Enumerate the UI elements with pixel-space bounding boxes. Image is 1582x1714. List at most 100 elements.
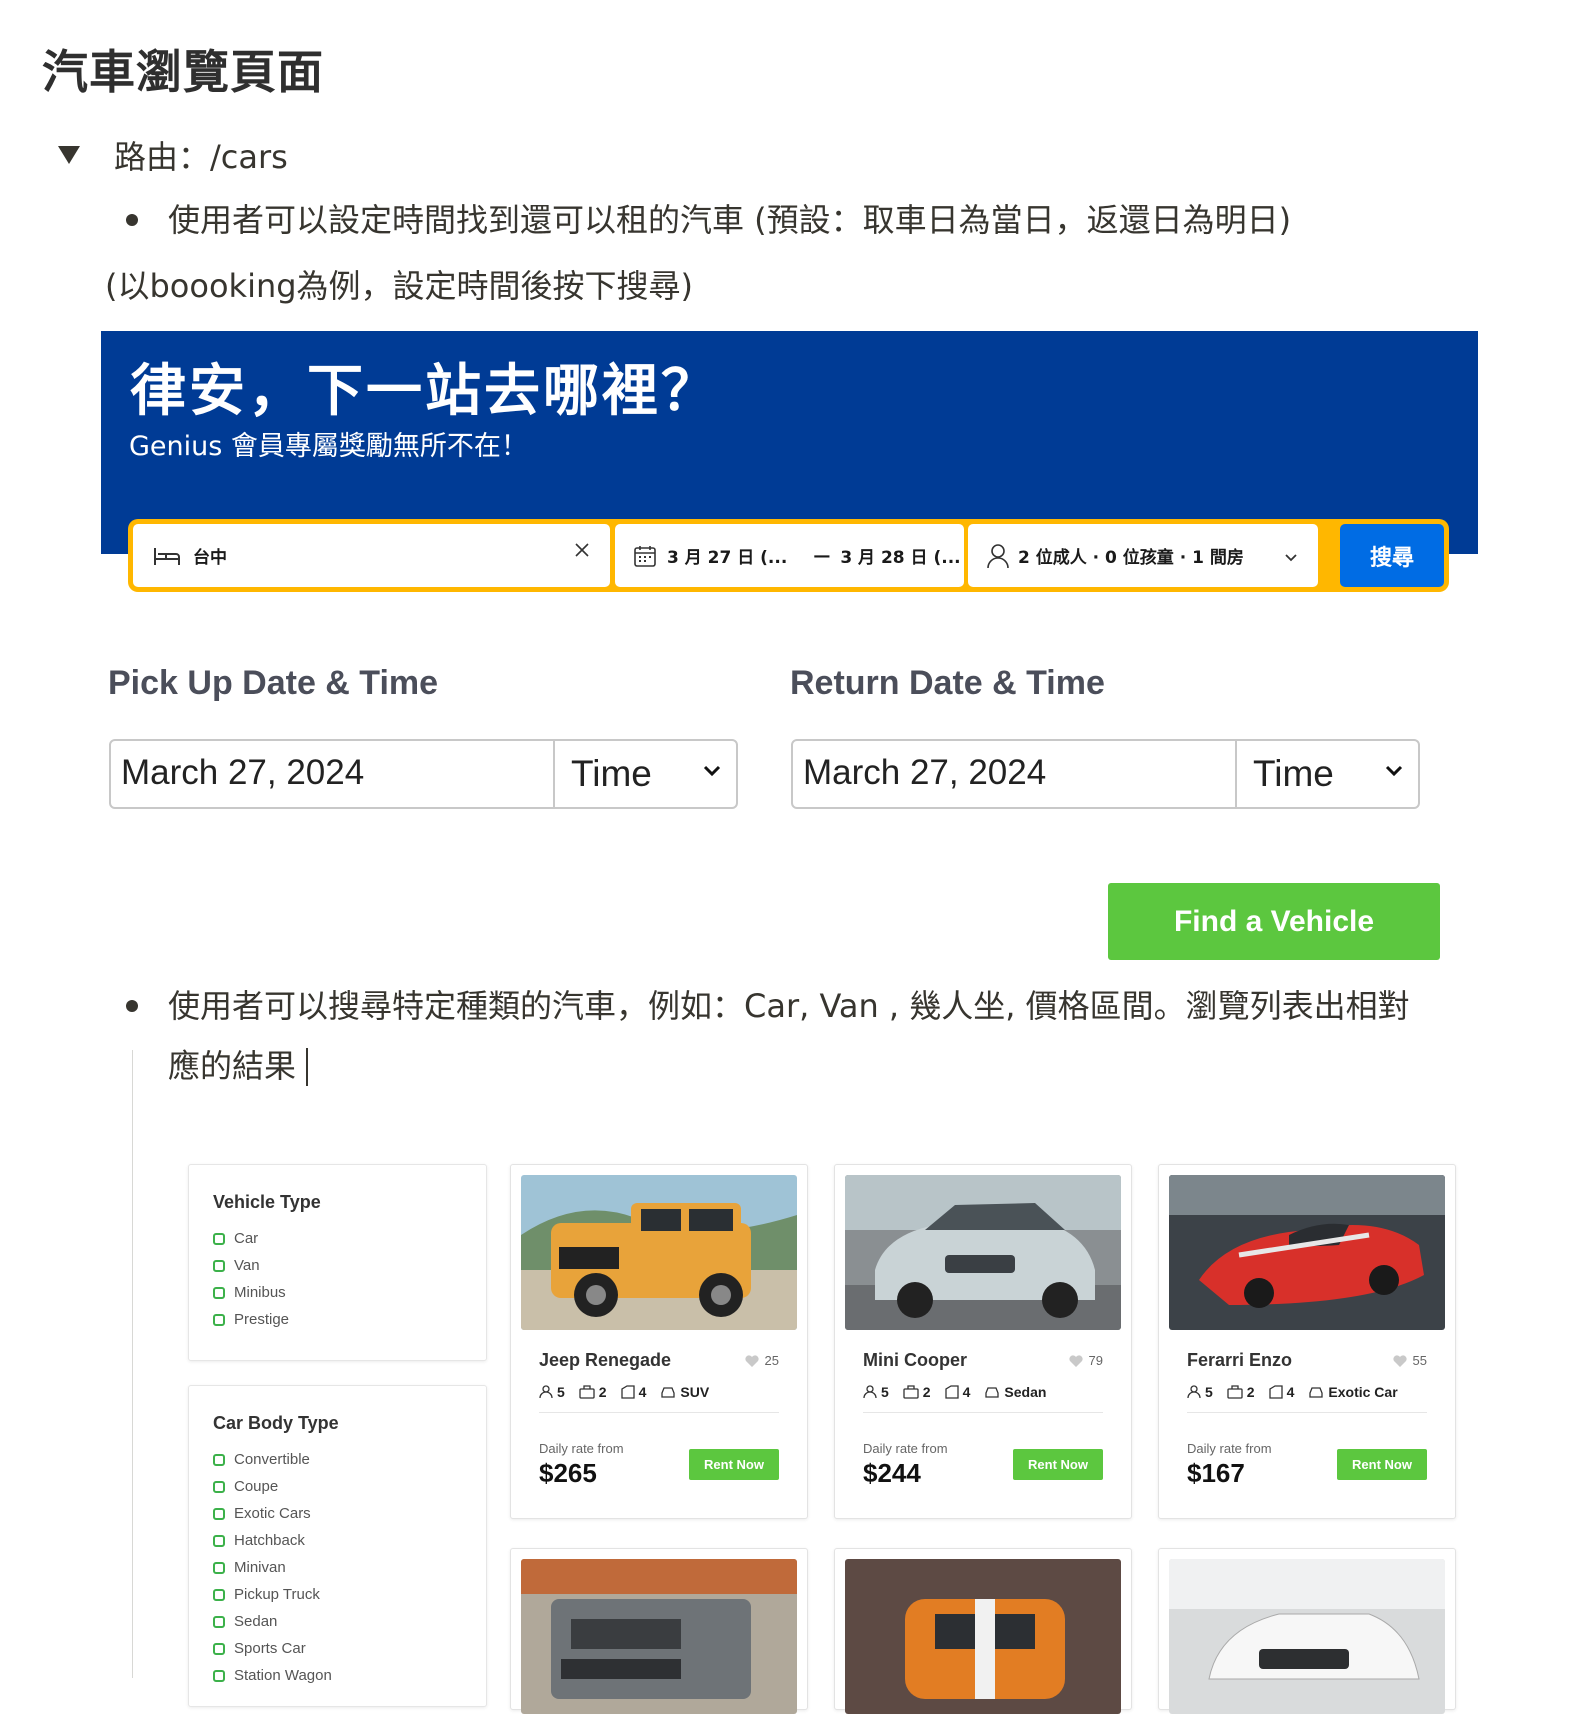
- date-to: 3 月 28 日 (...: [840, 548, 961, 568]
- toggle-triangle-icon[interactable]: [58, 146, 80, 164]
- likes-count[interactable]: 55: [1392, 1353, 1427, 1368]
- filter-option-prestige[interactable]: Prestige: [213, 1311, 289, 1328]
- seats-icon: [539, 1385, 553, 1399]
- option-label: Pickup Truck: [234, 1586, 320, 1603]
- filter-option-convertible[interactable]: Convertible: [213, 1451, 310, 1468]
- filter-option-sports-car[interactable]: Sports Car: [213, 1640, 306, 1657]
- filter-option-coupe[interactable]: Coupe: [213, 1478, 278, 1495]
- car-photo[interactable]: [845, 1175, 1121, 1330]
- rate-label: Daily rate from: [863, 1441, 948, 1456]
- rent-now-button[interactable]: Rent Now: [689, 1449, 779, 1480]
- car-card[interactable]: [1158, 1548, 1456, 1714]
- return-time-select[interactable]: Time: [1253, 753, 1334, 795]
- car-card[interactable]: Mini Cooper 79 5 2 4 Sedan Daily rate fr…: [834, 1164, 1132, 1519]
- likes-value: 25: [764, 1353, 779, 1368]
- option-label: Minivan: [234, 1559, 286, 1576]
- heart-icon[interactable]: [1068, 1354, 1083, 1367]
- car-name[interactable]: Mini Cooper: [863, 1350, 967, 1371]
- clear-icon[interactable]: [574, 542, 590, 563]
- checkbox-icon[interactable]: [213, 1453, 225, 1466]
- checkbox-icon[interactable]: [213, 1507, 225, 1520]
- price: $244: [863, 1458, 921, 1488]
- car-photo[interactable]: [1169, 1175, 1445, 1330]
- chevron-down-icon[interactable]: [702, 763, 722, 782]
- date-dash: —: [813, 545, 831, 566]
- luggage-icon: [903, 1385, 919, 1399]
- heart-icon[interactable]: [744, 1354, 759, 1367]
- door-icon: [1268, 1385, 1283, 1399]
- filter-option-car[interactable]: Car: [213, 1230, 258, 1247]
- divider: [1235, 741, 1237, 807]
- pickup-time-select[interactable]: Time: [571, 753, 652, 795]
- car-specs: 5 2 4 Exotic Car: [1187, 1384, 1408, 1400]
- checkbox-icon[interactable]: [213, 1534, 225, 1547]
- filter-option-station-wagon[interactable]: Station Wagon: [213, 1667, 332, 1684]
- checkbox-icon[interactable]: [213, 1561, 225, 1574]
- car-card[interactable]: [510, 1548, 808, 1714]
- car-name[interactable]: Ferarri Enzo: [1187, 1350, 1292, 1371]
- return-datetime-field[interactable]: March 27, 2024 Time: [791, 739, 1420, 809]
- heart-icon[interactable]: [1392, 1354, 1407, 1367]
- option-label: Station Wagon: [234, 1667, 332, 1684]
- rent-now-button[interactable]: Rent Now: [1013, 1449, 1103, 1480]
- date-range-field[interactable]: 3 月 27 日 (... — 3 月 28 日 (...: [615, 524, 964, 587]
- filter-option-exotic-cars[interactable]: Exotic Cars: [213, 1505, 311, 1522]
- chevron-down-icon[interactable]: [1384, 763, 1404, 782]
- car-name[interactable]: Jeep Renegade: [539, 1350, 671, 1371]
- booking-headline: 律安，下一站去哪裡？: [130, 359, 720, 424]
- search-button[interactable]: 搜尋: [1340, 524, 1444, 587]
- filter-title: Car Body Type: [213, 1413, 339, 1433]
- page-title: 汽車瀏覽頁面: [42, 45, 324, 99]
- checkbox-icon[interactable]: [213, 1259, 225, 1272]
- pickup-date-input[interactable]: March 27, 2024: [121, 753, 364, 793]
- car-photo[interactable]: [521, 1559, 797, 1714]
- car-photo[interactable]: [521, 1175, 797, 1330]
- filter-option-pickup-truck[interactable]: Pickup Truck: [213, 1586, 320, 1603]
- destination-field[interactable]: 台中: [133, 524, 610, 587]
- checkbox-icon[interactable]: [213, 1232, 225, 1245]
- filter-option-minivan[interactable]: Minivan: [213, 1559, 286, 1576]
- checkbox-icon[interactable]: [213, 1480, 225, 1493]
- option-label: Coupe: [234, 1478, 279, 1495]
- filter-option-hatchback[interactable]: Hatchback: [213, 1532, 305, 1549]
- option-label: Sedan: [234, 1613, 278, 1630]
- car-card[interactable]: [834, 1548, 1132, 1714]
- type-value: Sedan: [1004, 1384, 1047, 1400]
- bags-value: 2: [598, 1384, 607, 1400]
- car-photo[interactable]: [1169, 1559, 1445, 1714]
- car-card[interactable]: Ferarri Enzo 55 5 2 4 Exotic Car Daily r…: [1158, 1164, 1456, 1519]
- checkbox-icon[interactable]: [213, 1669, 225, 1682]
- person-icon: [987, 543, 1009, 568]
- filter-option-van[interactable]: Van: [213, 1257, 260, 1274]
- car-card[interactable]: Jeep Renegade 25 5 2 4 SUV Daily rate fr…: [510, 1164, 808, 1519]
- pickup-datetime-field[interactable]: March 27, 2024 Time: [109, 739, 738, 809]
- likes-count[interactable]: 79: [1068, 1353, 1103, 1368]
- likes-count[interactable]: 25: [744, 1353, 779, 1368]
- car-type-icon: [1309, 1387, 1324, 1398]
- option-label: Hatchback: [234, 1532, 305, 1549]
- filter-option-sedan[interactable]: Sedan: [213, 1613, 277, 1630]
- option-label: Car: [234, 1230, 259, 1247]
- divider: [539, 1412, 779, 1413]
- return-date-input[interactable]: March 27, 2024: [803, 753, 1046, 793]
- filter-title: Vehicle Type: [213, 1192, 321, 1212]
- car-photo[interactable]: [845, 1559, 1121, 1714]
- bullet-text-filter: 使用者可以搜尋特定種類的汽車，例如：Car, Van , 幾人坐, 價格區間。瀏…: [168, 987, 1410, 1025]
- bags-value: 2: [922, 1384, 931, 1400]
- bed-icon: [154, 547, 180, 565]
- route-label: 路由：/cars: [114, 138, 288, 176]
- rate-label: Daily rate from: [539, 1441, 624, 1456]
- guests-field[interactable]: 2 位成人 · 0 位孩童 · 1 間房: [968, 524, 1318, 587]
- route-toggle[interactable]: 路由：/cars: [58, 132, 288, 178]
- chevron-down-icon: [1284, 548, 1298, 568]
- checkbox-icon[interactable]: [213, 1642, 225, 1655]
- checkbox-icon[interactable]: [213, 1286, 225, 1299]
- luggage-icon: [1227, 1385, 1243, 1399]
- bags-value: 2: [1246, 1384, 1255, 1400]
- checkbox-icon[interactable]: [213, 1313, 225, 1326]
- filter-option-minibus[interactable]: Minibus: [213, 1284, 286, 1301]
- find-vehicle-button[interactable]: Find a Vehicle: [1108, 883, 1440, 960]
- rent-now-button[interactable]: Rent Now: [1337, 1449, 1427, 1480]
- checkbox-icon[interactable]: [213, 1615, 225, 1628]
- checkbox-icon[interactable]: [213, 1588, 225, 1601]
